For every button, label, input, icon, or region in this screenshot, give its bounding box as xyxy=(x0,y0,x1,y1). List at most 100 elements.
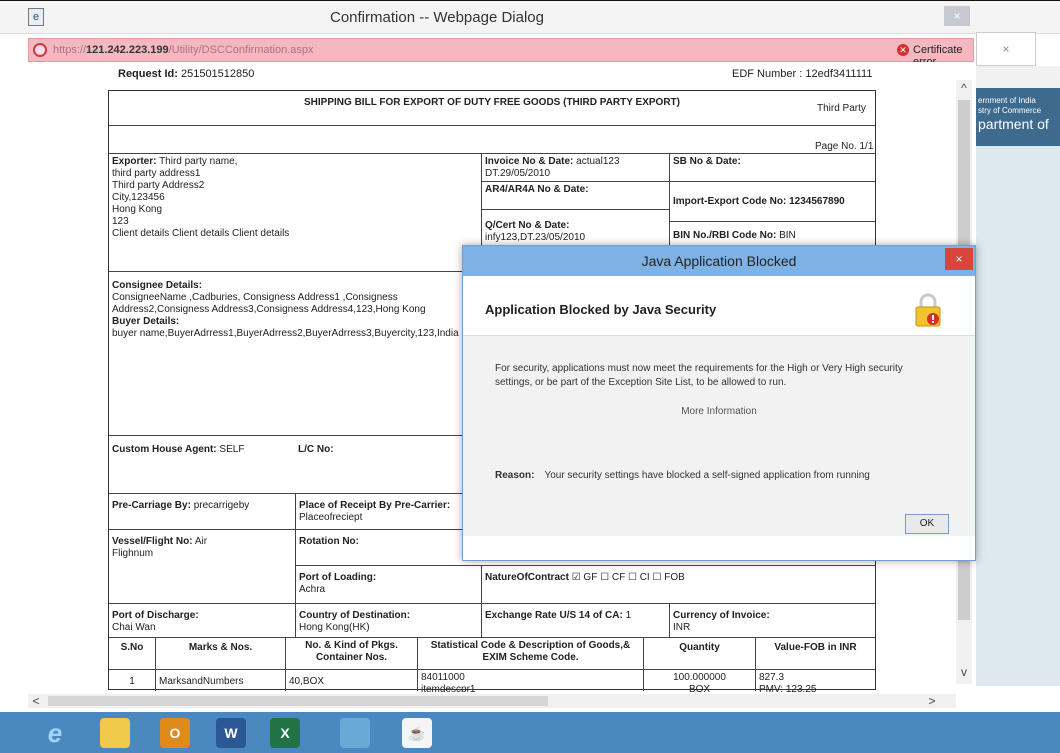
loading-label: Port of Loading: xyxy=(299,572,377,583)
java-icon[interactable]: ☕ xyxy=(402,718,432,748)
td-pkgs: 40,BOX xyxy=(285,669,417,691)
nature-cell: NatureOfContract ☑ GF ☐ CF ☐ CI ☐ FOB xyxy=(481,565,875,603)
java-blocked-dialog: Java Application Blocked × Application B… xyxy=(462,245,976,561)
lc-cell: L/C No: xyxy=(295,435,481,493)
ar4-cell: AR4/AR4A No & Date: xyxy=(481,181,669,209)
address-bar[interactable]: https://121.242.223.199/Utility/DSCConfi… xyxy=(28,38,974,68)
reason-label: Reason: xyxy=(495,470,535,481)
td-qty: 100.000000 BOX xyxy=(643,669,755,692)
scroll-down-arrow[interactable]: v xyxy=(956,664,972,680)
more-information-link[interactable]: More Information xyxy=(463,406,975,417)
currency-value: INR xyxy=(673,622,691,633)
ie-window-icon: e xyxy=(28,8,44,26)
destination-value: Hong Kong(HK) xyxy=(299,622,370,633)
sb-cell: SB No & Date: xyxy=(669,153,875,181)
nature-option[interactable]: ☐ CI xyxy=(628,572,650,583)
java-dialog-close-button[interactable]: × xyxy=(945,248,973,270)
th-code: Statistical Code & Description of Goods,… xyxy=(417,637,643,669)
certificate-error-icon[interactable]: ✕ xyxy=(897,44,909,56)
loading-value: Achra xyxy=(299,584,326,595)
file-explorer-icon[interactable] xyxy=(100,718,130,748)
discharge-value: Chai Wan xyxy=(112,622,156,633)
page-icon xyxy=(33,43,47,57)
destination-cell: Country of Destination: Hong Kong(HK) xyxy=(295,603,481,637)
java-dialog-body: For security, applications must now meet… xyxy=(463,336,975,536)
qty-value: 100.000000 xyxy=(673,672,726,683)
background-tab[interactable]: × xyxy=(976,32,1036,66)
lc-label: L/C No: xyxy=(298,444,334,455)
taskbar: e O W X ☕ xyxy=(0,712,1060,753)
horizontal-scrollbar[interactable]: < > xyxy=(28,694,956,708)
th-fob: Value-FOB in INR xyxy=(755,637,875,669)
rotation-label: Rotation No: xyxy=(299,536,359,547)
request-label: Request Id: xyxy=(118,68,178,80)
iec-label: Import-Export Code No: xyxy=(673,196,787,207)
cha-cell: Custom House Agent: SELF xyxy=(109,435,295,493)
nature-option[interactable]: ☐ CF xyxy=(600,572,625,583)
internet-explorer-icon[interactable]: e xyxy=(40,718,70,748)
background-page xyxy=(976,146,1060,686)
iec-value: 1234567890 xyxy=(789,196,845,207)
iec-cell: Import-Export Code No: 1234567890 xyxy=(669,181,875,221)
bin-value: BIN xyxy=(779,230,796,241)
buyer-label: Buyer Details: xyxy=(112,316,180,327)
td-marks: MarksandNumbers xyxy=(155,669,285,691)
url-host: 121.242.223.199 xyxy=(86,44,169,56)
word-icon[interactable]: W xyxy=(216,718,246,748)
request-id: Request Id: 251501512850 xyxy=(118,68,254,80)
th-pkgs: No. & Kind of Pkgs. Container Nos. xyxy=(285,637,417,669)
ar4-label: AR4/AR4A No & Date: xyxy=(485,184,589,195)
fob-value: 827.3 xyxy=(759,672,785,683)
sb-label: SB No & Date: xyxy=(673,156,741,167)
td-fob: 827.3 PMV: 123.25 xyxy=(755,669,875,692)
page-no: Page No. 1/1 xyxy=(815,141,874,152)
url-path: /Utility/DSCConfirmation.aspx xyxy=(168,44,314,56)
window-title: Confirmation -- Webpage Dialog xyxy=(330,9,544,26)
item-desc: itemdescpr1 xyxy=(421,684,476,692)
java-dialog-title: Java Application Blocked xyxy=(463,246,975,276)
request-value: 251501512850 xyxy=(180,68,255,80)
exporter-line: third party address1 xyxy=(112,168,201,179)
excel-icon[interactable]: X xyxy=(270,718,300,748)
vessel-cell: Vessel/Flight No: Air Flighnum xyxy=(109,529,295,603)
consignee-label: Consignee Details: xyxy=(112,280,203,291)
currency-label: Currency of Invoice: xyxy=(673,610,770,621)
banner-line: ernment of India xyxy=(978,96,1036,105)
doc-title: SHIPPING BILL FOR EXPORT OF DUTY FREE GO… xyxy=(109,91,875,125)
window-close-button[interactable]: × xyxy=(944,6,970,26)
loading-cell: Port of Loading: Achra xyxy=(295,565,481,603)
url-text[interactable]: https://121.242.223.199/Utility/DSCConfi… xyxy=(53,44,314,56)
scroll-left-arrow[interactable]: < xyxy=(28,694,44,708)
nature-option[interactable]: ☐ FOB xyxy=(653,572,685,583)
banner-line: partment of xyxy=(978,116,1049,132)
invoice-label: Invoice No & Date: xyxy=(485,156,574,167)
tab-close-icon[interactable]: × xyxy=(1002,42,1009,56)
java-dialog-message: For security, applications must now meet… xyxy=(495,363,903,388)
nature-label: NatureOfContract xyxy=(485,572,569,583)
exporter-name: Third party name, xyxy=(159,156,238,167)
qty-unit: BOX xyxy=(688,684,711,692)
consignee-cell: Consignee Details: ConsigneeName ,Cadbur… xyxy=(109,271,481,435)
invoice-cell: Invoice No & Date: actual123 DT.29/05/20… xyxy=(481,153,669,181)
scroll-right-arrow[interactable]: > xyxy=(924,694,940,708)
hscroll-thumb[interactable] xyxy=(48,696,548,706)
padlock-warning-icon xyxy=(915,293,941,327)
invoice-date: DT.29/05/2010 xyxy=(485,168,551,179)
exchange-label: Exchange Rate U/S 14 of CA: xyxy=(485,610,623,621)
scroll-up-arrow[interactable]: ^ xyxy=(956,80,972,96)
rotation-cell: Rotation No: xyxy=(295,529,481,565)
item-code: 84011000 xyxy=(421,672,465,683)
th-sno: S.No xyxy=(109,637,155,669)
nature-option[interactable]: ☑ GF xyxy=(572,572,598,583)
background-toolbar xyxy=(976,66,1060,88)
ok-button[interactable]: OK xyxy=(905,514,949,534)
control-panel-icon[interactable] xyxy=(340,718,370,748)
pmv-value: PMV: 123.25 xyxy=(759,684,817,692)
discharge-label: Port of Discharge: xyxy=(112,610,199,621)
java-dialog-header: Application Blocked by Java Security xyxy=(463,276,975,336)
exporter-line: 123 xyxy=(112,216,129,227)
consignee-value: ConsigneeName ,Cadburies, Consigness Add… xyxy=(112,292,426,315)
precarriage-label: Pre-Carriage By: xyxy=(112,500,191,511)
discharge-cell: Port of Discharge: Chai Wan xyxy=(109,603,295,637)
outlook-icon[interactable]: O xyxy=(160,718,190,748)
